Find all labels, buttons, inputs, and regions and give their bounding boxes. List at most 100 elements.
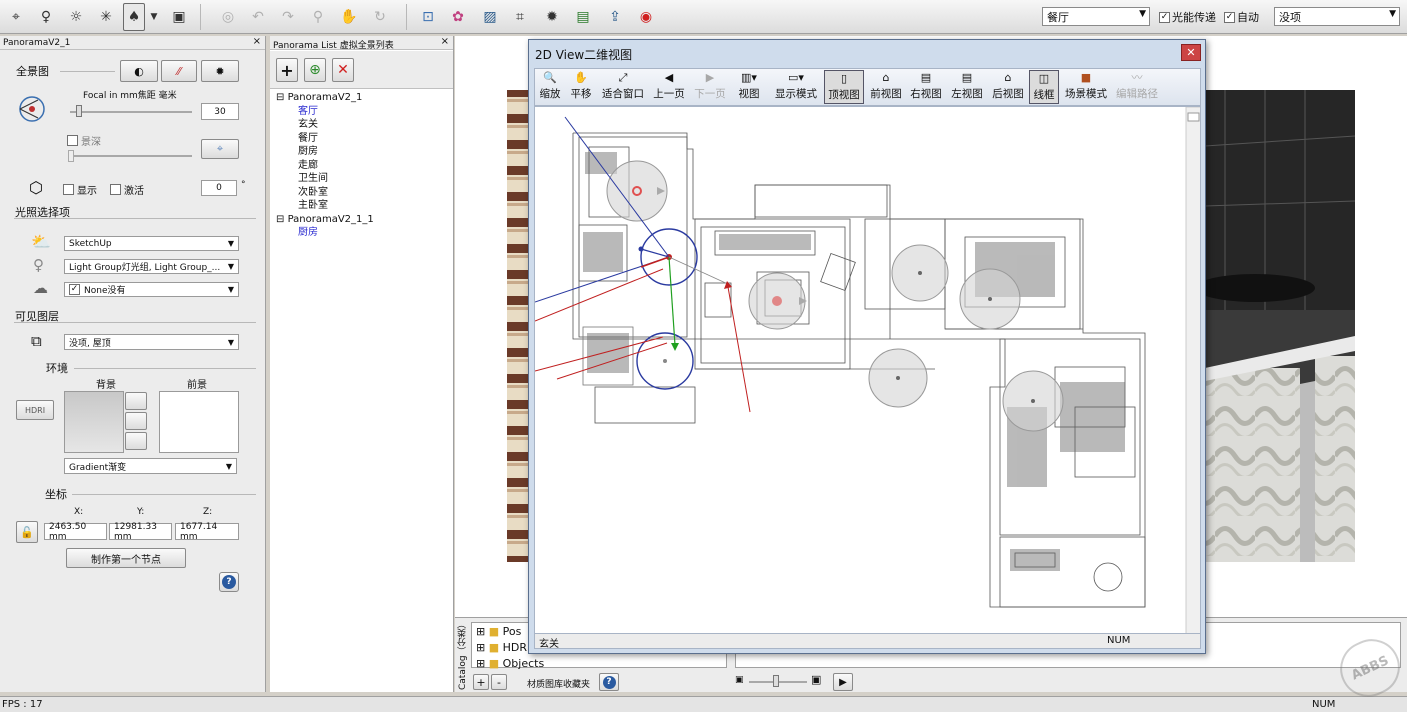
show-checkbox[interactable]: 显示 xyxy=(63,182,97,197)
render-icon[interactable]: ◎ xyxy=(214,3,242,31)
floor-plan-canvas[interactable] xyxy=(534,106,1201,634)
tree-item[interactable]: 厨房 xyxy=(276,226,374,240)
star-light-icon[interactable]: ✳ xyxy=(92,3,120,31)
tree-item[interactable]: 玄关 xyxy=(276,118,374,132)
picture-icon[interactable]: ▨ xyxy=(476,3,504,31)
redo-icon[interactable]: ↷ xyxy=(274,3,302,31)
dialog-close-button[interactable]: ✕ xyxy=(1181,44,1201,61)
close-icon[interactable]: × xyxy=(441,36,449,47)
help-button[interactable]: ? xyxy=(219,572,239,592)
make-first-node-button[interactable]: 制作第一个节点 xyxy=(66,548,186,568)
none-select[interactable]: ✓ None没有 ▼ xyxy=(64,282,239,297)
back-view-button[interactable]: ⌂ 后视图 xyxy=(989,70,1027,104)
tree-item[interactable]: 餐厅 xyxy=(276,132,374,146)
sun-select-value: SketchUp xyxy=(69,238,112,249)
auto-checkbox[interactable]: ✓ 自动 xyxy=(1224,9,1259,25)
status-bar: FPS : 17 NUM xyxy=(0,696,1407,712)
y-coordinate-input[interactable]: 12981.33 mm xyxy=(109,522,172,542)
z-coordinate-input[interactable]: 1677.14 mm xyxy=(175,522,239,542)
add-panorama-button[interactable]: + xyxy=(276,58,298,82)
tree-item[interactable]: 走廊 xyxy=(276,159,374,173)
bg-mid-button[interactable] xyxy=(125,412,147,430)
zoom-icon[interactable]: ⚲ xyxy=(304,3,332,31)
settings-gear-icon[interactable]: ✹ xyxy=(538,3,566,31)
tree-item[interactable]: 次卧室 xyxy=(276,186,374,200)
dropdown-arrow-icon[interactable]: ▼ xyxy=(145,3,163,31)
lock-button[interactable]: 🔓 xyxy=(16,521,38,543)
pan-tool-button[interactable]: ✋ 平移 xyxy=(568,70,594,104)
checkbox-mark: ✓ xyxy=(1159,11,1170,23)
export-icon[interactable]: ⇪ xyxy=(601,3,629,31)
depth-checkbox[interactable]: 景深 xyxy=(67,133,101,148)
tree-item[interactable]: 卫生间 xyxy=(276,172,374,186)
angle-input[interactable]: 0 xyxy=(201,180,237,196)
panorama-node-icon[interactable]: ♠ xyxy=(123,3,145,31)
logo-icon[interactable]: ◉ xyxy=(632,3,660,31)
panorama-mode-button[interactable]: ◐ xyxy=(120,60,158,82)
bg-top-button[interactable] xyxy=(125,392,147,410)
gradient-select[interactable]: Gradient渐变 ▼ xyxy=(64,458,237,474)
tool-label: 视图 xyxy=(738,88,760,100)
x-coordinate-input[interactable]: 2463.50 mm xyxy=(44,522,107,542)
tree-item[interactable]: 厨房 xyxy=(276,145,374,159)
tree-node-root[interactable]: ⊟ PanoramaV2_1_1 xyxy=(276,213,374,227)
next-page-button[interactable]: ▶ 下一页 xyxy=(691,70,729,104)
tree-item[interactable]: 客厅 xyxy=(276,105,374,119)
zoom-tool-button[interactable]: 🔍 缩放 xyxy=(537,70,563,104)
sun-icon[interactable]: ☼ xyxy=(62,3,90,31)
activate-checkbox[interactable]: 激活 xyxy=(110,182,144,197)
main-toolbar: ⌖ ♀ ☼ ✳ ♠ ▼ ▣ ◎ ↶ ↷ ⚲ ✋ ↻ ⊡ ✿ ▨ ⌗ ✹ ▤ ⇪ … xyxy=(0,0,1407,34)
light-group-select[interactable]: Light Group灯光组, Light Group_... ▼ xyxy=(64,259,239,274)
delete-button[interactable]: ✕ xyxy=(332,58,354,82)
import-icon[interactable]: ⊡ xyxy=(414,3,442,31)
light-bulb-icon[interactable]: ♀ xyxy=(32,3,60,31)
layers-select[interactable]: 没项, 屋顶 ▼ xyxy=(64,334,239,350)
thumb-size-slider[interactable] xyxy=(773,675,779,687)
fit-window-button[interactable]: ⤢ 适合窗口 xyxy=(599,70,647,104)
pan-hand-icon[interactable]: ✋ xyxy=(335,3,363,31)
sun-select[interactable]: SketchUp ▼ xyxy=(64,236,239,251)
play-button[interactable]: ▶ xyxy=(833,673,853,691)
catalog-tab[interactable]: Catalog（分类） xyxy=(456,619,468,690)
focal-length-input[interactable]: 30 xyxy=(201,103,239,120)
camera-tool-icon[interactable]: ⌖ xyxy=(2,3,30,31)
screen-icon[interactable]: ▤ xyxy=(569,3,597,31)
focus-point-button[interactable]: ⌖ xyxy=(201,139,239,159)
catalog-help-button[interactable]: ? xyxy=(599,673,619,691)
hdri-button[interactable]: HDRI xyxy=(16,400,54,420)
view-menu-button[interactable]: ▥▾ 视图 xyxy=(735,70,763,104)
add-node-button[interactable]: ⊕ xyxy=(304,58,326,82)
tree-node-root[interactable]: ⊟ PanoramaV2_1 xyxy=(276,91,374,105)
display-mode-button[interactable]: ▭▾ 显示模式 xyxy=(771,70,821,104)
crop-icon[interactable]: ⌗ xyxy=(506,3,534,31)
catalog-remove-button[interactable]: - xyxy=(491,674,507,690)
document-icon[interactable]: ▣ xyxy=(165,3,193,31)
left-view-button[interactable]: ▤ 左视图 xyxy=(948,70,986,104)
layer-select[interactable]: 没项 ▼ xyxy=(1274,7,1400,26)
edit-path-button[interactable]: 〰编辑路径 xyxy=(1113,70,1161,104)
settings-button[interactable]: ✹ xyxy=(201,60,239,82)
scene-mode-button[interactable]: ■ 场景模式 xyxy=(1061,70,1111,104)
front-view-button[interactable]: ⌂ 前视图 xyxy=(867,70,905,104)
wireframe-button[interactable]: ◫ 线框 xyxy=(1029,70,1059,104)
palette-icon[interactable]: ✿ xyxy=(444,3,472,31)
background-swatch[interactable] xyxy=(64,391,124,453)
catalog-item[interactable]: ⊞ ■ Objects xyxy=(476,656,722,672)
depth-slider-thumb[interactable] xyxy=(68,150,74,162)
chevron-down-icon: ▼ xyxy=(227,285,234,294)
light-transfer-checkbox[interactable]: ✓ 光能传递 xyxy=(1159,9,1216,25)
scene-select[interactable]: 餐厅 ▼ xyxy=(1042,7,1150,26)
catalog-add-button[interactable]: + xyxy=(473,674,489,690)
focal-slider-thumb[interactable] xyxy=(76,105,82,117)
depth-label: 景深 xyxy=(81,137,101,148)
close-icon[interactable]: × xyxy=(253,36,261,47)
bg-bottom-button[interactable] xyxy=(125,432,147,450)
foreground-swatch[interactable] xyxy=(159,391,239,453)
right-view-button[interactable]: ▤ 右视图 xyxy=(907,70,945,104)
prev-page-button[interactable]: ◀ 上一页 xyxy=(650,70,688,104)
top-view-button[interactable]: ▯ 顶视图 xyxy=(824,70,864,104)
undo-icon[interactable]: ↶ xyxy=(244,3,272,31)
rotate-icon[interactable]: ↻ xyxy=(366,3,394,31)
effects-button[interactable]: ⁄⁄ xyxy=(161,60,197,82)
tree-item[interactable]: 主卧室 xyxy=(276,199,374,213)
